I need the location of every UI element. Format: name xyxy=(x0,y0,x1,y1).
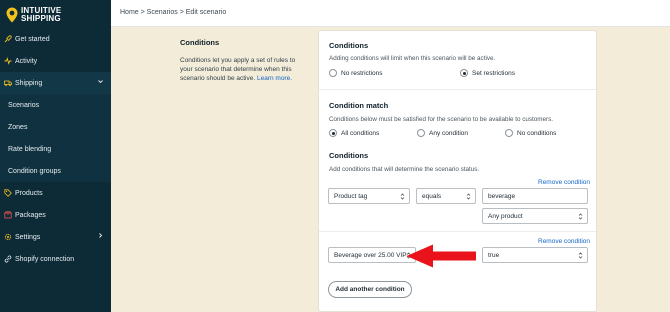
breadcrumb[interactable]: Home > Scenarios > Edit scenario xyxy=(120,9,226,16)
sidebar-item-label: Packages xyxy=(15,211,46,219)
radio-label: Set restrictions xyxy=(472,69,515,77)
brand-name: INTUITIVE SHIPPING xyxy=(21,7,61,23)
sidebar-item-label: Products xyxy=(15,189,43,197)
conditions-heading: Conditions xyxy=(329,41,369,50)
box-icon xyxy=(4,211,12,219)
radio-label: No conditions xyxy=(517,129,557,137)
radio-button[interactable] xyxy=(417,129,425,137)
select-value: Beverage over 25.00 VIP xyxy=(334,251,407,259)
select-value: equals xyxy=(422,192,442,200)
condition-match-heading: Condition match xyxy=(329,101,389,110)
radio-button-selected[interactable] xyxy=(460,69,468,77)
divider xyxy=(319,231,596,232)
condition-group-select[interactable]: Beverage over 25.00 VIP xyxy=(328,247,416,263)
input-value: beverage xyxy=(488,192,516,200)
sidebar-item-settings[interactable]: Settings xyxy=(0,226,111,248)
radio-all-conditions[interactable]: All conditions xyxy=(329,129,379,137)
condition-field-select[interactable]: Product tag xyxy=(328,188,410,204)
sidebar-item-label: Activity xyxy=(15,57,38,65)
radio-no-restrictions[interactable]: No restrictions xyxy=(329,69,383,77)
conditions-list-help-text: Add conditions that will determine the s… xyxy=(329,166,480,173)
gear-icon xyxy=(4,233,12,241)
chevron-down-icon xyxy=(98,79,103,84)
activity-icon xyxy=(4,57,12,65)
truck-icon xyxy=(4,79,12,87)
remove-condition-link[interactable]: Remove condition xyxy=(538,179,590,186)
sidebar-item-products[interactable]: Products xyxy=(0,182,111,204)
brand-logo[interactable]: INTUITIVE SHIPPING xyxy=(6,5,61,25)
radio-set-restrictions[interactable]: Set restrictions xyxy=(460,69,515,77)
annotation-arrow-icon xyxy=(406,244,476,268)
link-icon xyxy=(4,255,12,263)
select-arrows-icon xyxy=(400,192,405,201)
radio-label: Any condition xyxy=(429,129,469,137)
select-value: Any product xyxy=(488,212,523,220)
radio-button[interactable] xyxy=(505,129,513,137)
conditions-card: Conditions Adding conditions will limit … xyxy=(318,30,597,312)
add-another-condition-button[interactable]: Add another condition xyxy=(328,281,412,298)
radio-button[interactable] xyxy=(329,69,337,77)
sidebar-item-activity[interactable]: Activity xyxy=(0,50,111,72)
condition-scope-select[interactable]: Any product xyxy=(482,208,588,224)
condition-group-value-select[interactable]: true xyxy=(482,247,588,263)
sidebar-item-label: Zones xyxy=(8,123,28,131)
radio-label: No restrictions xyxy=(341,69,383,77)
sidebar-nav: Get started Activity Shipping Scenarios … xyxy=(0,28,111,270)
sidebar: INTUITIVE SHIPPING Get started Activity … xyxy=(0,0,111,312)
section-title: Conditions xyxy=(180,38,220,47)
sidebar-item-packages[interactable]: Packages xyxy=(0,204,111,226)
select-value: true xyxy=(488,251,500,259)
remove-condition-link[interactable]: Remove condition xyxy=(538,238,590,245)
radio-no-conditions[interactable]: No conditions xyxy=(505,129,556,137)
radio-any-condition[interactable]: Any condition xyxy=(417,129,468,137)
sidebar-item-label: Condition groups xyxy=(8,167,61,175)
conditions-help-text: Adding conditions will limit when this s… xyxy=(329,55,496,62)
select-arrows-icon xyxy=(578,251,583,260)
sidebar-item-label: Get started xyxy=(15,35,50,43)
top-bar: Home > Scenarios > Edit scenario xyxy=(111,0,670,27)
conditions-list-heading: Conditions xyxy=(329,151,369,160)
condition-value-input[interactable]: beverage xyxy=(482,188,588,204)
select-arrows-icon xyxy=(578,212,583,221)
rocket-icon xyxy=(4,35,12,43)
section-description: Conditions Conditions let you apply a se… xyxy=(180,38,305,83)
brand-name-line2: SHIPPING xyxy=(21,14,61,23)
select-arrows-icon xyxy=(466,192,471,201)
learn-more-link[interactable]: Learn more. xyxy=(257,75,292,82)
condition-match-help-text: Conditions below must be satisfied for t… xyxy=(329,116,554,123)
radio-label: All conditions xyxy=(341,129,380,137)
sidebar-item-label: Rate blending xyxy=(8,145,52,153)
location-pin-icon xyxy=(6,7,18,23)
sidebar-item-zones[interactable]: Zones xyxy=(0,116,111,138)
tag-icon xyxy=(4,189,12,197)
sidebar-item-scenarios[interactable]: Scenarios xyxy=(0,94,111,116)
radio-button-selected[interactable] xyxy=(329,129,337,137)
select-value: Product tag xyxy=(334,192,368,200)
divider xyxy=(319,89,596,90)
condition-operator-select[interactable]: equals xyxy=(416,188,476,204)
sidebar-item-condition-groups[interactable]: Condition groups xyxy=(0,160,111,182)
sidebar-item-label: Shipping xyxy=(15,79,43,87)
sidebar-item-get-started[interactable]: Get started xyxy=(0,28,111,50)
sidebar-item-shopify-connection[interactable]: Shopify connection xyxy=(0,248,111,270)
sidebar-item-shipping[interactable]: Shipping xyxy=(0,72,111,94)
sidebar-item-label: Shopify connection xyxy=(15,255,75,263)
sidebar-item-rate-blending[interactable]: Rate blending xyxy=(0,138,111,160)
sidebar-item-label: Scenarios xyxy=(8,101,40,109)
sidebar-item-label: Settings xyxy=(15,233,41,241)
chevron-right-icon xyxy=(98,233,103,238)
section-description-text: Conditions let you apply a set of rules … xyxy=(180,57,305,83)
